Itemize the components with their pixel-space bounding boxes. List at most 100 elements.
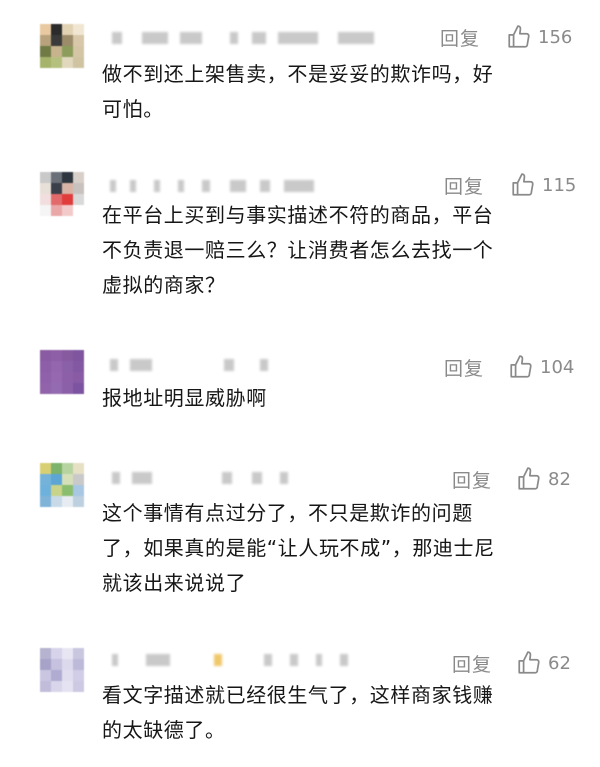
avatar[interactable] xyxy=(40,350,84,394)
avatar-pixel xyxy=(73,383,84,394)
avatar-pixel xyxy=(51,485,62,496)
avatar-pixel xyxy=(62,24,73,35)
avatar-pixel xyxy=(73,372,84,383)
avatar-pixel xyxy=(73,35,84,46)
avatar-pixel xyxy=(62,463,73,474)
avatar-pixel xyxy=(62,172,73,183)
avatar-pixel xyxy=(62,485,73,496)
like-count: 115 xyxy=(542,174,577,196)
avatar-pixel xyxy=(62,681,73,692)
avatar-pixel xyxy=(62,205,73,216)
avatar-pixel xyxy=(51,496,62,507)
thumbs-up-icon xyxy=(518,651,540,674)
avatar-pixel xyxy=(40,350,51,361)
reply-button[interactable]: 回复 xyxy=(440,24,480,51)
avatar-pixel xyxy=(73,24,84,35)
avatar-pixel xyxy=(40,35,51,46)
like-button[interactable]: 82 xyxy=(516,466,571,492)
avatar-pixel xyxy=(40,24,51,35)
avatar-pixel xyxy=(51,24,62,35)
avatar-pixel xyxy=(51,681,62,692)
avatar-pixel xyxy=(73,46,84,57)
avatar-pixel xyxy=(62,383,73,394)
avatar-pixel xyxy=(51,372,62,383)
avatar-pixel xyxy=(40,659,51,670)
avatar-pixel xyxy=(62,35,73,46)
avatar-pixel xyxy=(51,46,62,57)
avatar-pixel xyxy=(40,361,51,372)
avatar-pixel xyxy=(40,463,51,474)
thumbs-up-icon xyxy=(518,467,540,490)
avatar-pixel xyxy=(51,183,62,194)
avatar-pixel xyxy=(62,670,73,681)
avatar-pixel xyxy=(40,183,51,194)
username-blurred[interactable] xyxy=(102,28,402,46)
avatar-pixel xyxy=(40,474,51,485)
avatar-pixel xyxy=(62,194,73,205)
avatar-pixel xyxy=(40,496,51,507)
avatar-pixel xyxy=(40,46,51,57)
avatar-pixel xyxy=(40,57,51,68)
avatar-pixel xyxy=(40,172,51,183)
reply-button[interactable]: 回复 xyxy=(444,172,484,199)
avatar-pixel xyxy=(40,383,51,394)
username-blurred[interactable] xyxy=(102,468,402,486)
like-button[interactable]: 156 xyxy=(506,24,572,50)
avatar-pixel xyxy=(62,474,73,485)
avatar[interactable] xyxy=(40,648,84,692)
comment-text: 报地址明显威胁啊 xyxy=(102,386,267,410)
avatar-pixel xyxy=(51,57,62,68)
avatar-pixel xyxy=(40,485,51,496)
avatar-pixel xyxy=(73,496,84,507)
avatar[interactable] xyxy=(40,172,84,216)
avatar-pixel xyxy=(73,183,84,194)
avatar-pixel xyxy=(62,648,73,659)
reply-button[interactable]: 回复 xyxy=(452,466,492,493)
avatar-pixel xyxy=(40,194,51,205)
comment-text: 在平台上买到与事实描述不符的商品，平台 不负责退一赔三么？让消费者怎么去找一个 … xyxy=(102,203,494,297)
avatar-pixel xyxy=(40,681,51,692)
avatar[interactable] xyxy=(40,463,84,507)
avatar-pixel xyxy=(73,463,84,474)
like-count: 82 xyxy=(548,468,571,490)
avatar-pixel xyxy=(73,350,84,361)
avatar-pixel xyxy=(73,205,84,216)
like-count: 62 xyxy=(548,652,571,674)
avatar-pixel xyxy=(51,659,62,670)
comment-text: 做不到还上架售卖，不是妥妥的欺诈吗，好 可怕。 xyxy=(102,62,494,121)
reply-button[interactable]: 回复 xyxy=(452,650,492,677)
avatar-pixel xyxy=(73,361,84,372)
avatar-pixel xyxy=(73,648,84,659)
like-button[interactable]: 115 xyxy=(510,172,576,198)
avatar-pixel xyxy=(62,372,73,383)
avatar-pixel xyxy=(73,474,84,485)
comment-text: 看文字描述就已经很生气了，这样商家钱赚 的太缺德了。 xyxy=(102,683,494,742)
like-button[interactable]: 62 xyxy=(516,650,571,676)
avatar-pixel xyxy=(51,383,62,394)
avatar-pixel xyxy=(73,172,84,183)
avatar-pixel xyxy=(40,648,51,659)
like-count: 156 xyxy=(538,26,573,48)
avatar-pixel xyxy=(51,350,62,361)
reply-button[interactable]: 回复 xyxy=(444,354,484,381)
username-blurred[interactable] xyxy=(102,176,402,194)
avatar-pixel xyxy=(51,463,62,474)
avatar-pixel xyxy=(73,670,84,681)
thumbs-up-icon xyxy=(508,25,530,48)
username-blurred[interactable] xyxy=(102,650,402,668)
avatar-pixel xyxy=(73,681,84,692)
avatar-pixel xyxy=(40,205,51,216)
username-blurred[interactable] xyxy=(102,355,402,373)
avatar-pixel xyxy=(51,172,62,183)
avatar-pixel xyxy=(73,485,84,496)
avatar-pixel xyxy=(51,205,62,216)
avatar-pixel xyxy=(62,496,73,507)
avatar-pixel xyxy=(51,194,62,205)
avatar-pixel xyxy=(40,372,51,383)
like-button[interactable]: 104 xyxy=(508,354,574,380)
like-count: 104 xyxy=(540,356,575,378)
avatar-pixel xyxy=(62,57,73,68)
avatar-pixel xyxy=(51,648,62,659)
avatar-pixel xyxy=(40,670,51,681)
avatar[interactable] xyxy=(40,24,84,68)
